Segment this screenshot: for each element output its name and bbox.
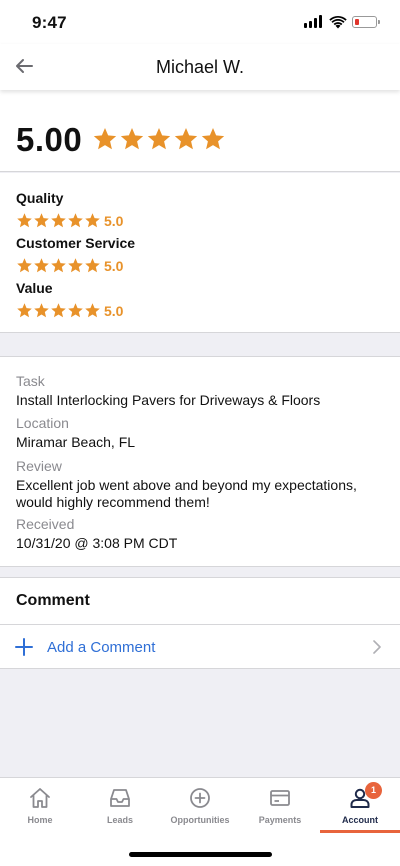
location-field: Location Miramar Beach, FL <box>16 415 386 451</box>
received-field: Received 10/31/20 @ 3:08 PM CDT <box>16 516 386 552</box>
star-icon <box>34 303 49 318</box>
star-icon <box>174 127 198 150</box>
star-icon <box>51 258 66 273</box>
review-details-card: Task Install Interlocking Pavers for Dri… <box>0 356 400 567</box>
rating-label: Value <box>16 280 53 296</box>
notification-badge: 1 <box>365 782 382 799</box>
tab-payments-label: Payments <box>258 815 302 825</box>
plus-icon <box>15 638 33 656</box>
add-comment-button[interactable]: Add a Comment <box>0 624 400 669</box>
cellular-signal-icon <box>304 14 324 30</box>
star-icon <box>34 258 49 273</box>
received-label: Received <box>16 516 75 532</box>
tab-home[interactable]: Home <box>0 778 80 834</box>
overall-rating-card: 5.00 <box>0 90 400 172</box>
star-icon <box>68 303 83 318</box>
star-icon <box>68 213 83 228</box>
chevron-right-icon <box>373 640 381 654</box>
rating-label: Customer Service <box>16 235 136 251</box>
category-ratings: Quality 5.0 Customer Service 5.0 Value 5… <box>0 173 400 333</box>
star-icon <box>201 127 225 150</box>
overall-stars <box>92 126 226 152</box>
tab-home-label: Home <box>27 815 53 825</box>
wifi-icon <box>329 15 347 29</box>
review-field: Review Excellent job went above and beyo… <box>16 458 386 511</box>
tab-account[interactable]: 1 Account <box>320 778 400 834</box>
star-icon <box>147 127 171 150</box>
tab-leads-label: Leads <box>106 815 133 825</box>
star-icon <box>85 303 100 318</box>
tab-account-label: Account <box>342 815 378 825</box>
active-tab-indicator <box>320 830 400 833</box>
tab-payments[interactable]: Payments <box>240 778 320 834</box>
star-icon <box>34 213 49 228</box>
star-icon <box>120 127 144 150</box>
status-bar: 9:47 <box>0 0 400 44</box>
received-value: 10/31/20 @ 3:08 PM CDT <box>16 535 178 551</box>
overall-score: 5.00 <box>16 121 83 158</box>
task-field: Task Install Interlocking Pavers for Dri… <box>16 373 386 409</box>
rating-stars <box>16 302 101 319</box>
inbox-icon <box>110 789 130 807</box>
home-icon <box>30 788 50 808</box>
review-label: Review <box>16 458 62 474</box>
nav-header: Michael W. <box>0 44 400 90</box>
rating-value: 5.0 <box>104 257 124 274</box>
tab-opportunities[interactable]: Opportunities <box>160 778 240 834</box>
card-icon <box>270 790 290 806</box>
task-label: Task <box>16 373 45 389</box>
star-icon <box>17 303 32 318</box>
review-text: Excellent job went above and beyond my e… <box>16 477 357 510</box>
rating-stars <box>16 212 101 229</box>
tab-opportunities-label: Opportunities <box>170 815 230 825</box>
battery-icon <box>352 16 380 28</box>
star-icon <box>17 213 32 228</box>
rating-value-category: Value 5.0 <box>16 280 123 319</box>
rating-customer-service: Customer Service 5.0 <box>16 235 135 274</box>
comment-section-header: Comment <box>0 577 400 624</box>
location-label: Location <box>16 415 69 431</box>
status-time: 9:47 <box>32 13 67 32</box>
home-indicator <box>129 852 272 857</box>
plus-circle-icon <box>190 788 210 808</box>
status-icons <box>304 14 382 30</box>
location-value: Miramar Beach, FL <box>16 434 136 450</box>
rating-value: 5.0 <box>104 302 124 319</box>
star-icon <box>51 303 66 318</box>
page-title: Michael W. <box>155 57 245 77</box>
add-comment-label: Add a Comment <box>47 639 156 656</box>
comment-heading: Comment <box>16 592 90 609</box>
rating-stars <box>16 257 101 274</box>
rating-label: Quality <box>16 190 64 206</box>
rating-value: 5.0 <box>104 212 124 229</box>
star-icon <box>93 127 117 150</box>
star-icon <box>17 258 32 273</box>
task-value: Install Interlocking Pavers for Driveway… <box>16 392 321 408</box>
star-icon <box>85 213 100 228</box>
star-icon <box>51 213 66 228</box>
star-icon <box>68 258 83 273</box>
rating-quality: Quality 5.0 <box>16 190 123 229</box>
star-icon <box>85 258 100 273</box>
tab-leads[interactable]: Leads <box>80 778 160 834</box>
